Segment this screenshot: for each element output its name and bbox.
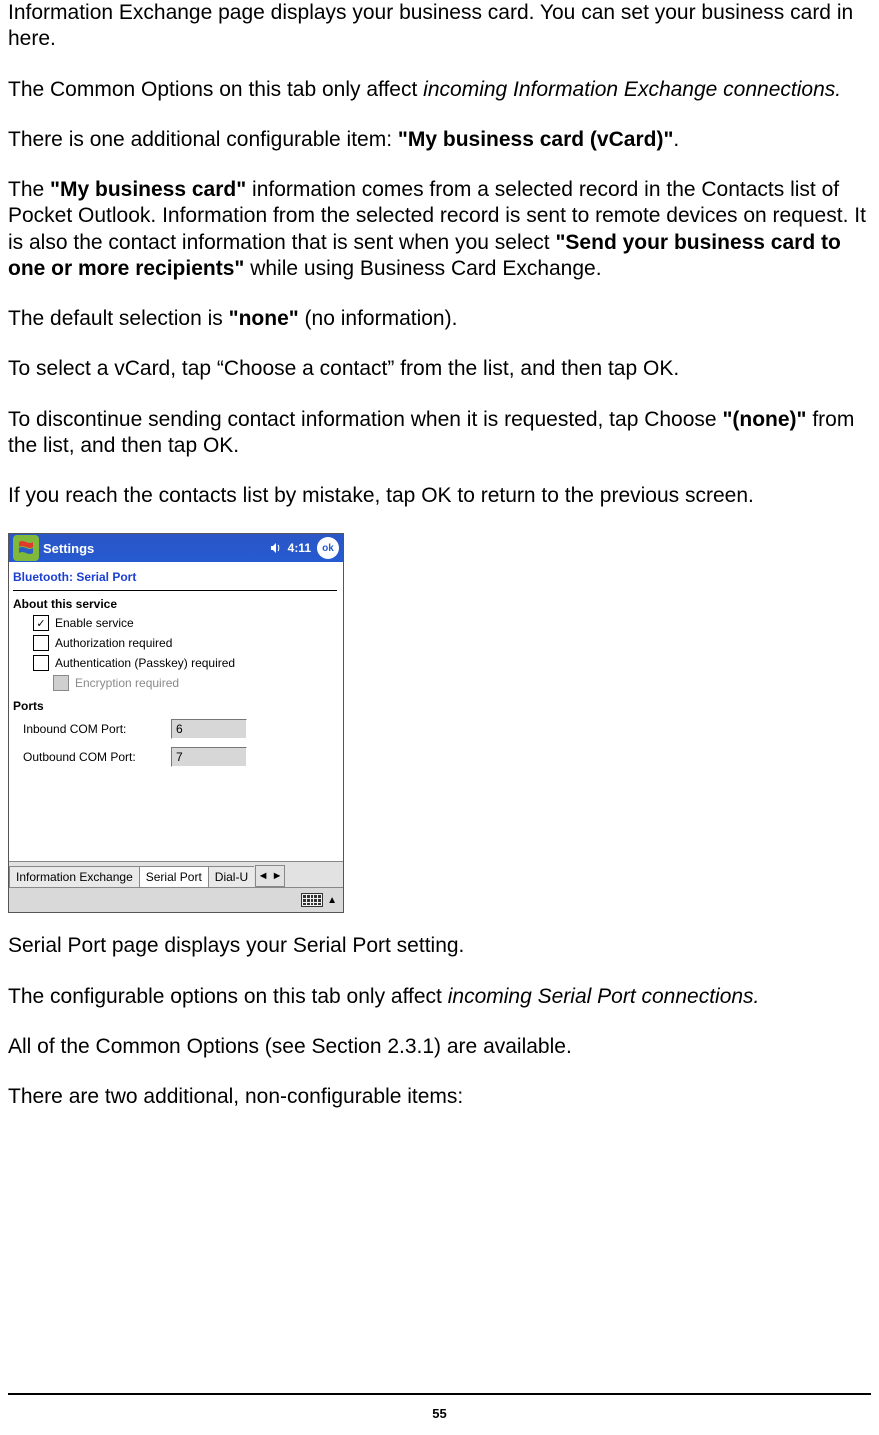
paragraph: The "My business card" information comes…	[8, 177, 871, 282]
divider	[13, 590, 337, 591]
paragraph: There are two additional, non-configurab…	[8, 1084, 871, 1110]
text: The default selection is	[8, 307, 229, 330]
port-label: Outbound COM Port:	[23, 750, 171, 764]
text: The Common Options on this tab only affe…	[8, 78, 423, 101]
tab-serial-port[interactable]: Serial Port	[139, 866, 209, 887]
paragraph: To select a vCard, tap “Choose a contact…	[8, 356, 871, 382]
port-inbound-row: Inbound COM Port: 6	[9, 715, 343, 743]
device-screenshot: Settings 4:11 ok Bluetooth: Serial Port …	[8, 533, 344, 913]
checkbox-icon[interactable]: ✓	[33, 615, 49, 631]
check-label: Authentication (Passkey) required	[55, 656, 235, 670]
port-outbound-row: Outbound COM Port: 7	[9, 743, 343, 771]
text: The configurable options on this tab onl…	[8, 985, 448, 1008]
sip-up-arrow-icon[interactable]: ▲	[327, 895, 337, 906]
titlebar: Settings 4:11 ok	[9, 534, 343, 562]
check-label: Encryption required	[75, 676, 179, 690]
check-enable-service[interactable]: ✓ Enable service	[9, 613, 343, 633]
page-number: 55	[0, 1406, 879, 1421]
paragraph: Information Exchange page displays your …	[8, 0, 871, 53]
paragraph: If you reach the contacts list by mistak…	[8, 483, 871, 509]
tab-dial-up[interactable]: Dial-U	[208, 866, 254, 887]
check-label: Authorization required	[55, 636, 172, 650]
footer-divider	[8, 1393, 871, 1395]
text: .	[673, 128, 679, 151]
checkbox-icon	[53, 675, 69, 691]
tab-scroll-right-icon[interactable]: ►	[270, 867, 284, 885]
text: (no information).	[299, 307, 458, 330]
port-value-field: 7	[171, 747, 247, 767]
check-authentication-passkey[interactable]: Authentication (Passkey) required	[9, 653, 343, 673]
volume-icon[interactable]	[268, 540, 284, 556]
text-emphasis: incoming Information Exchange connection…	[423, 78, 841, 101]
paragraph: All of the Common Options (see Section 2…	[8, 1034, 871, 1060]
text-bold: "My business card"	[50, 178, 246, 201]
text: There is one additional configurable ite…	[8, 128, 398, 151]
tab-bar: Information Exchange Serial Port Dial-U …	[9, 861, 343, 887]
text: The	[8, 178, 50, 201]
start-icon[interactable]	[13, 535, 39, 561]
document-page: Information Exchange page displays your …	[0, 0, 879, 1435]
keyboard-icon[interactable]	[301, 893, 323, 907]
paragraph: There is one additional configurable ite…	[8, 127, 871, 153]
paragraph: To discontinue sending contact informati…	[8, 407, 871, 460]
check-label: Enable service	[55, 616, 134, 630]
ok-button[interactable]: ok	[317, 537, 339, 559]
check-encryption: Encryption required	[9, 673, 343, 693]
paragraph: The Common Options on this tab only affe…	[8, 77, 871, 103]
clock-time: 4:11	[288, 541, 311, 555]
text-bold: "none"	[229, 307, 299, 330]
sip-bar: ▲	[9, 887, 343, 912]
text-bold: "(none)"	[722, 408, 806, 431]
tab-information-exchange[interactable]: Information Exchange	[9, 866, 140, 887]
text-emphasis: incoming Serial Port connections.	[448, 985, 760, 1008]
check-authorization[interactable]: Authorization required	[9, 633, 343, 653]
port-label: Inbound COM Port:	[23, 722, 171, 736]
tab-scroll: ◄ ►	[255, 865, 285, 887]
paragraph: The default selection is "none" (no info…	[8, 306, 871, 332]
checkbox-icon[interactable]	[33, 655, 49, 671]
text-bold: "My business card (vCard)"	[398, 128, 674, 151]
paragraph: The configurable options on this tab onl…	[8, 984, 871, 1010]
window-title: Settings	[43, 541, 268, 556]
text: To discontinue sending contact informati…	[8, 408, 722, 431]
blank-area	[9, 771, 343, 861]
section-heading-ports: Ports	[9, 693, 343, 715]
tab-scroll-left-icon[interactable]: ◄	[256, 867, 270, 885]
paragraph: Serial Port page displays your Serial Po…	[8, 933, 871, 959]
checkbox-icon[interactable]	[33, 635, 49, 651]
screen-subtitle: Bluetooth: Serial Port	[9, 562, 343, 584]
port-value-field: 6	[171, 719, 247, 739]
section-heading-about: About this service	[9, 595, 343, 613]
text: while using Business Card Exchange.	[244, 257, 601, 280]
